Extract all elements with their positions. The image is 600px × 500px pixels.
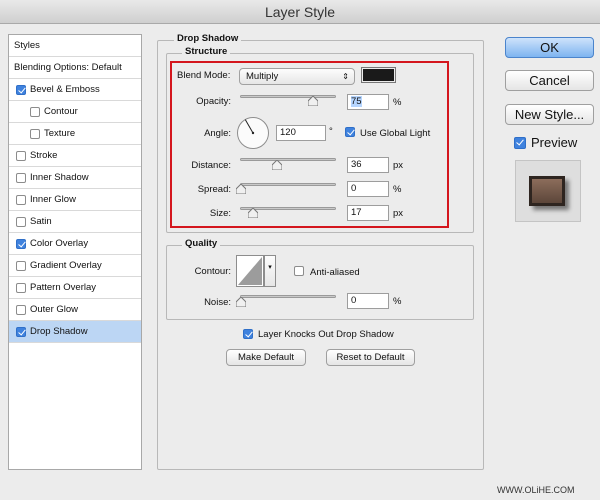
sidebar-item-label: Color Overlay — [30, 238, 89, 249]
knockout-label: Layer Knocks Out Drop Shadow — [258, 329, 394, 340]
sidebar-item-label: Pattern Overlay — [30, 282, 96, 293]
color-overlay-checkbox[interactable] — [16, 239, 26, 249]
blend-mode-label: Blend Mode: — [177, 70, 231, 81]
bevel-emboss-checkbox[interactable] — [16, 85, 26, 95]
noise-label: Noise: — [204, 297, 231, 308]
opacity-label: Opacity: — [196, 96, 231, 107]
opacity-input[interactable]: 75 — [347, 94, 389, 110]
preview-label: Preview — [531, 135, 578, 150]
opacity-unit: % — [393, 97, 402, 108]
size-label: Size: — [209, 208, 231, 219]
distance-unit: px — [393, 160, 404, 171]
sidebar-item-label: Contour — [44, 106, 78, 117]
size-slider-thumb[interactable] — [248, 208, 258, 218]
style-preview-thumbnail — [515, 160, 581, 222]
styles-sidebar: Styles Blending Options: Default Bevel &… — [8, 34, 142, 470]
anti-aliased-checkbox[interactable] — [294, 266, 304, 276]
distance-input[interactable]: 36 — [347, 157, 389, 173]
noise-input[interactable]: 0 — [347, 293, 389, 309]
contour-preview[interactable] — [236, 255, 264, 287]
sidebar-item-inner-shadow[interactable]: Inner Shadow — [9, 167, 141, 189]
contour-label: Contour: — [194, 266, 231, 277]
watermark-text: WWW.OLiHE.COM — [497, 485, 575, 495]
angle-dial[interactable] — [236, 116, 270, 150]
reset-to-default-button[interactable]: Reset to Default — [326, 349, 415, 366]
ok-button[interactable]: OK — [505, 37, 594, 58]
noise-unit: % — [393, 296, 402, 307]
sidebar-item-label: Blending Options: Default — [14, 62, 122, 73]
preview-checkbox[interactable] — [514, 137, 526, 149]
sidebar-item-label: Inner Glow — [30, 194, 76, 205]
sidebar-item-texture[interactable]: Texture — [9, 123, 141, 145]
spread-label: Spread: — [197, 184, 231, 195]
noise-slider[interactable] — [240, 295, 336, 298]
opacity-slider-thumb[interactable] — [308, 96, 318, 106]
cancel-button[interactable]: Cancel — [505, 70, 594, 91]
angle-label: Angle: — [204, 128, 231, 139]
structure-legend: Structure — [182, 46, 231, 57]
contour-dropdown-icon[interactable]: ▾ — [264, 255, 276, 287]
window-title: Layer Style — [0, 0, 600, 24]
use-global-light-checkbox[interactable] — [345, 127, 355, 137]
noise-slider-thumb[interactable] — [236, 297, 246, 307]
spread-unit: % — [393, 184, 402, 195]
sidebar-item-gradient-overlay[interactable]: Gradient Overlay — [9, 255, 141, 277]
sidebar-item-pattern-overlay[interactable]: Pattern Overlay — [9, 277, 141, 299]
size-unit: px — [393, 208, 404, 219]
blend-mode-value: Multiply — [246, 71, 279, 82]
sidebar-item-label: Bevel & Emboss — [30, 84, 100, 95]
sidebar-item-styles[interactable]: Styles — [9, 35, 141, 57]
sidebar-item-label: Styles — [14, 40, 40, 51]
shadow-color-swatch[interactable] — [361, 67, 396, 83]
sidebar-item-inner-glow[interactable]: Inner Glow — [9, 189, 141, 211]
outer-glow-checkbox[interactable] — [16, 305, 26, 315]
sidebar-item-label: Texture — [44, 128, 76, 139]
contour-checkbox[interactable] — [30, 107, 40, 117]
distance-slider-thumb[interactable] — [272, 160, 282, 170]
sidebar-item-bevel-emboss[interactable]: Bevel & Emboss — [9, 79, 141, 101]
size-input[interactable]: 17 — [347, 205, 389, 221]
use-global-light-label: Use Global Light — [360, 128, 431, 139]
sidebar-item-color-overlay[interactable]: Color Overlay — [9, 233, 141, 255]
quality-legend: Quality — [182, 238, 221, 249]
stroke-checkbox[interactable] — [16, 151, 26, 161]
pattern-overlay-checkbox[interactable] — [16, 283, 26, 293]
anti-aliased-label: Anti-aliased — [310, 267, 360, 278]
inner-glow-checkbox[interactable] — [16, 195, 26, 205]
spread-slider-thumb[interactable] — [236, 184, 246, 194]
texture-checkbox[interactable] — [30, 129, 40, 139]
sidebar-item-label: Inner Shadow — [30, 172, 89, 183]
sidebar-item-stroke[interactable]: Stroke — [9, 145, 141, 167]
sidebar-item-outer-glow[interactable]: Outer Glow — [9, 299, 141, 321]
distance-label: Distance: — [191, 160, 231, 171]
blend-mode-select[interactable]: Multiply ⇕ — [239, 68, 355, 85]
inner-shadow-checkbox[interactable] — [16, 173, 26, 183]
satin-checkbox[interactable] — [16, 217, 26, 227]
sidebar-item-label: Satin — [30, 216, 52, 227]
opacity-slider[interactable] — [240, 95, 336, 98]
spread-slider[interactable] — [240, 183, 336, 186]
sidebar-item-label: Drop Shadow — [30, 326, 88, 337]
angle-unit: ° — [329, 126, 333, 137]
new-style-button[interactable]: New Style... — [505, 104, 594, 125]
swatch-fill — [363, 69, 394, 81]
sidebar-item-satin[interactable]: Satin — [9, 211, 141, 233]
sidebar-item-blending-options[interactable]: Blending Options: Default — [9, 57, 141, 79]
sidebar-item-drop-shadow[interactable]: Drop Shadow — [9, 321, 141, 343]
quality-group — [166, 245, 474, 320]
sidebar-item-label: Stroke — [30, 150, 58, 161]
angle-input[interactable]: 120 — [276, 125, 326, 141]
sidebar-item-label: Gradient Overlay — [30, 260, 102, 271]
select-arrows-icon: ⇕ — [342, 72, 349, 81]
highlight-box — [170, 61, 449, 228]
distance-slider[interactable] — [240, 158, 336, 161]
drop-shadow-checkbox[interactable] — [16, 327, 26, 337]
sidebar-item-label: Outer Glow — [30, 304, 79, 315]
knockout-checkbox[interactable] — [243, 329, 253, 339]
gradient-overlay-checkbox[interactable] — [16, 261, 26, 271]
panel-title: Drop Shadow — [174, 33, 242, 44]
sidebar-item-contour[interactable]: Contour — [9, 101, 141, 123]
spread-input[interactable]: 0 — [347, 181, 389, 197]
make-default-button[interactable]: Make Default — [226, 349, 306, 366]
